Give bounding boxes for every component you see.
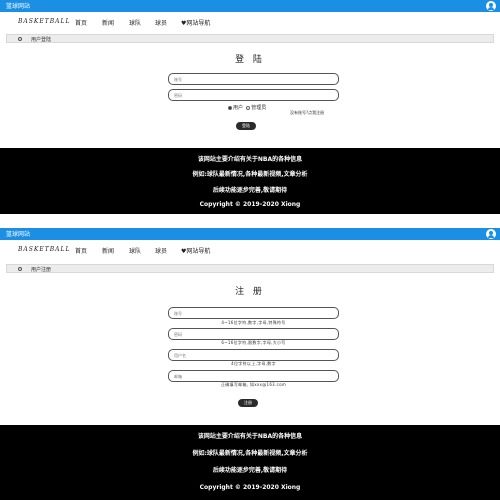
nav-players[interactable]: 球员	[155, 246, 167, 255]
register-button[interactable]: 注册	[238, 399, 258, 407]
login-button[interactable]: 登陆	[236, 122, 256, 130]
footer-line-4: Copyright © 2019-2020 Xiong	[199, 201, 301, 208]
nav-site-navigation[interactable]: ♥网站导航	[181, 246, 210, 255]
breadcrumb-label: 用户注册	[31, 267, 52, 273]
site-name: 篮球网站	[6, 3, 31, 10]
top-bar: 篮球网站	[0, 0, 500, 12]
username-input[interactable]	[168, 349, 339, 361]
role-admin-radio[interactable]	[246, 105, 251, 110]
account-input[interactable]	[168, 307, 339, 319]
navbar: BASKETBALL 首页 新闻 球队 球员 ♥网站导航	[0, 240, 500, 260]
email-hint: 正确填写邮箱, 如xxx@163.com	[220, 382, 287, 387]
page-title: 登 陆	[235, 55, 265, 65]
role-admin-label: 管理员	[251, 105, 267, 111]
user-circle-icon[interactable]	[486, 229, 496, 239]
nav-teams[interactable]: 球队	[129, 246, 141, 255]
navbar: BASKETBALL 首页 新闻 球队 球员 ♥网站导航	[0, 12, 500, 32]
email-input[interactable]	[168, 370, 339, 382]
nav-news[interactable]: 新闻	[102, 246, 114, 255]
role-user-label: 用户	[233, 105, 244, 111]
password-input[interactable]	[168, 89, 339, 101]
register-link[interactable]: 没有账号?点我注册	[290, 110, 324, 116]
account-hint: 4~16位字符,数字,字母,特殊符号	[221, 320, 286, 325]
nav-teams[interactable]: 球队	[129, 18, 141, 27]
circle-icon	[18, 37, 22, 41]
footer-line-3: 后续功能逐步完善,敬请期待	[212, 187, 288, 194]
footer-line-4: Copyright © 2019-2020 Xiong	[199, 484, 301, 491]
account-input[interactable]	[168, 73, 339, 85]
site-name: 篮球网站	[6, 231, 31, 238]
footer-line-1: 该网站主要介绍有关于NBA的各种信息	[197, 156, 303, 163]
nav-home[interactable]: 首页	[75, 246, 87, 255]
footer-line-2: 例如:球队最新情况,各种最新视频,文章分析	[192, 450, 308, 457]
top-bar: 篮球网站	[0, 228, 500, 240]
nav-site-navigation[interactable]: ♥网站导航	[181, 18, 210, 27]
role-selector: 用户 管理员	[228, 104, 266, 111]
logo[interactable]: BASKETBALL	[18, 246, 70, 253]
footer: 该网站主要介绍有关于NBA的各种信息 例如:球队最新情况,各种最新视频,文章分析…	[0, 425, 500, 500]
nav-news[interactable]: 新闻	[102, 18, 114, 27]
password-input[interactable]	[168, 328, 339, 340]
role-user-radio[interactable]	[228, 105, 232, 110]
logo[interactable]: BASKETBALL	[18, 18, 70, 25]
user-circle-icon[interactable]	[486, 1, 496, 11]
password-hint: 6~16位字符,限数字,字母,大小写	[221, 340, 286, 345]
circle-icon	[18, 267, 22, 271]
page-title: 注 册	[235, 287, 265, 297]
breadcrumb: 用户登陆	[6, 34, 494, 43]
nav-home[interactable]: 首页	[75, 18, 87, 27]
footer-line-3: 后续功能逐步完善,敬请期待	[212, 467, 288, 474]
breadcrumb: 用户注册	[6, 264, 494, 273]
footer: 该网站主要介绍有关于NBA的各种信息 例如:球队最新情况,各种最新视频,文章分析…	[0, 148, 500, 214]
nav-players[interactable]: 球员	[155, 18, 167, 27]
footer-line-1: 该网站主要介绍有关于NBA的各种信息	[197, 433, 303, 440]
username-hint: 4位字符以上,字母,数字	[231, 361, 276, 366]
breadcrumb-label: 用户登陆	[31, 37, 52, 43]
footer-line-2: 例如:球队最新情况,各种最新视频,文章分析	[192, 171, 308, 178]
